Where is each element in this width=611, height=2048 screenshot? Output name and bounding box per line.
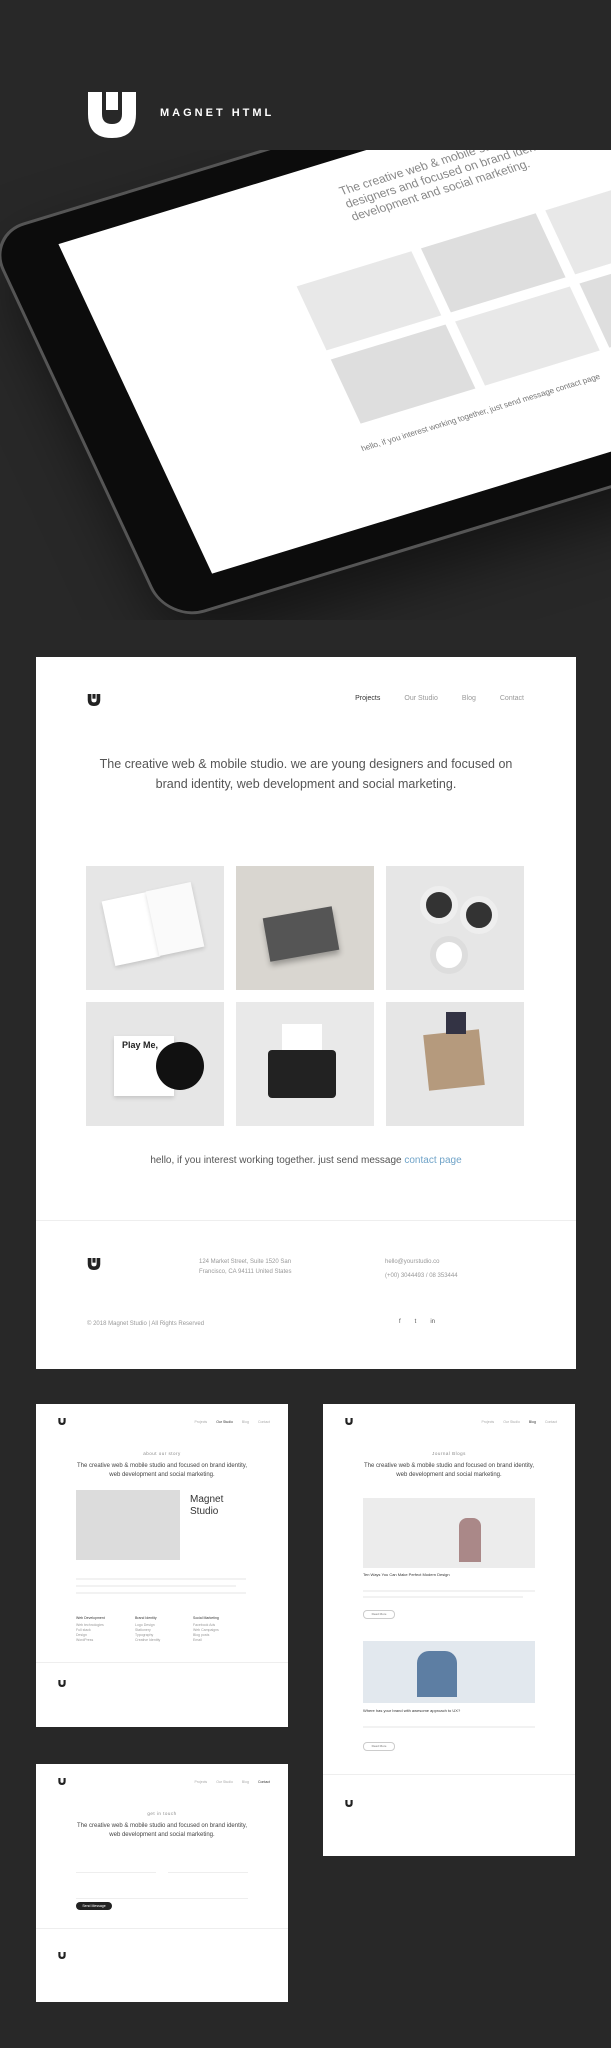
read-more-button[interactable]: Read More [363,1610,395,1619]
about-nav-projects[interactable]: Projects [195,1420,208,1424]
about-label: about our story [143,1451,181,1456]
contact-nav-contact[interactable]: Contact [258,1780,270,1784]
blog-nav: Projects Our Studio Blog Contact [482,1420,557,1424]
home-page-mockup: Projects Our Studio Blog Contact The cre… [36,657,576,1369]
blog-footer-logo-icon[interactable] [345,1800,353,1807]
blog-post-image[interactable] [363,1641,535,1703]
project-grid: Play Me, [86,866,526,1126]
about-nav-contact[interactable]: Contact [258,1420,270,1424]
nav-blog[interactable]: Blog [462,695,476,702]
main-nav: Projects Our Studio Blog Contact [355,695,524,702]
footer-copyright: © 2018 Magnet Studio | All Rights Reserv… [87,1321,205,1327]
contact-page-mockup: Projects Our Studio Blog Contact get in … [36,1764,288,2002]
blog-post-title[interactable]: Where has your brand with awesome approa… [363,1708,460,1713]
about-hero: The creative web & mobile studio and foc… [77,1463,247,1478]
about-logo-icon[interactable] [58,1418,66,1425]
facebook-icon[interactable]: f [399,1319,401,1325]
service-title: Brand Identity [135,1616,157,1620]
project-tile-paper-bag[interactable] [386,1002,524,1126]
contact-nav-our-studio[interactable]: Our Studio [216,1780,233,1784]
footer-divider [36,1220,576,1221]
contact-nav-projects[interactable]: Projects [195,1780,208,1784]
site-logo-icon[interactable] [87,694,101,706]
contact-footer-logo-icon[interactable] [58,1952,66,1959]
service-item: WordPress [76,1638,94,1642]
about-nav: Projects Our Studio Blog Contact [195,1420,270,1424]
nav-contact[interactable]: Contact [500,695,524,702]
service-item: Email [193,1638,202,1642]
footer-logo-icon[interactable] [87,1258,101,1270]
about-body-text [76,1592,246,1594]
send-message-button[interactable]: Send Message [76,1902,112,1910]
about-title-line1: Magnet [190,1494,224,1505]
project-tile-typewriter[interactable] [236,1002,374,1126]
message-field[interactable] [76,1898,248,1899]
footer-phone: (+00) 3044493 / 08 353444 [385,1273,458,1279]
about-title: Magnet Studio [190,1494,223,1518]
about-page-mockup: Projects Our Studio Blog Contact about o… [36,1404,288,1727]
about-footer-logo-icon[interactable] [58,1680,66,1687]
about-title-line2: Studio [190,1506,219,1517]
social-links: f t in [399,1319,435,1325]
service-title: Social Marketing [193,1616,219,1620]
about-body-text [76,1578,246,1580]
blog-post-excerpt [363,1590,535,1592]
project-tile-business-cards[interactable] [86,866,224,990]
read-more-button[interactable]: Read More [363,1742,395,1751]
nav-our-studio[interactable]: Our Studio [404,695,437,702]
contact-logo-icon[interactable] [58,1778,66,1785]
contact-label: get in touch [147,1811,177,1816]
blog-post-excerpt [363,1726,535,1728]
blog-post-title[interactable]: Ten Ways You Can Make Perfect Modern Des… [363,1572,450,1577]
contact-footer-divider [36,1928,288,1929]
blog-page-mockup: Projects Our Studio Blog Contact Journal… [323,1404,575,1856]
about-nav-our-studio[interactable]: Our Studio [216,1420,233,1424]
nav-projects[interactable]: Projects [355,695,380,702]
blog-logo-icon[interactable] [345,1418,353,1425]
blog-footer-divider [323,1774,575,1775]
name-field[interactable] [76,1872,156,1873]
service-item: Creative Identity [135,1638,161,1642]
hero-text-content: The creative web & mobile studio. we are… [99,757,513,791]
tablet-mockup: The creative web & mobile studio, we are… [0,150,611,620]
blog-post-image[interactable] [363,1498,535,1568]
contact-hero: The creative web & mobile studio and foc… [77,1823,247,1838]
project-tile-cd-cover[interactable]: Play Me, [86,1002,224,1126]
contact-nav-blog[interactable]: Blog [242,1780,249,1784]
cd-cover-label: Play Me, [122,1040,159,1050]
footer-address: 124 Market Street, Suite 1520 San Franci… [199,1259,292,1275]
about-footer-divider [36,1662,288,1663]
tablet-screen: The creative web & mobile studio, we are… [58,150,611,574]
blog-nav-projects[interactable]: Projects [482,1420,495,1424]
contact-cta: hello, if you interest working together.… [36,1155,576,1166]
contact-page-link[interactable]: contact page [404,1155,461,1166]
about-nav-blog[interactable]: Blog [242,1420,249,1424]
footer-email[interactable]: hello@yourstudio.co [385,1257,439,1267]
blog-nav-contact[interactable]: Contact [545,1420,557,1424]
brand-logo-icon [88,92,136,138]
about-image [76,1490,180,1560]
service-title: Web Development [76,1616,105,1620]
brand-name: MAGNET HTML [160,107,275,119]
project-tile-sticker-rolls[interactable] [386,866,524,990]
blog-hero: The creative web & mobile studio and foc… [364,1463,534,1478]
blog-nav-our-studio[interactable]: Our Studio [503,1420,520,1424]
blog-label: Journal Blogs [432,1451,466,1456]
linkedin-icon[interactable]: in [430,1319,435,1325]
project-tile-grey-box[interactable] [236,866,374,990]
contact-cta-text: hello, if you interest working together.… [150,1155,405,1166]
about-body-text [76,1585,236,1587]
contact-nav: Projects Our Studio Blog Contact [195,1780,270,1784]
tablet-device: The creative web & mobile studio, we are… [0,150,611,620]
blog-nav-blog[interactable]: Blog [529,1420,536,1424]
twitter-icon[interactable]: t [415,1319,417,1325]
hero-text: The creative web & mobile studio. we are… [36,754,576,794]
email-field[interactable] [168,1872,248,1873]
blog-post-excerpt [363,1596,523,1598]
